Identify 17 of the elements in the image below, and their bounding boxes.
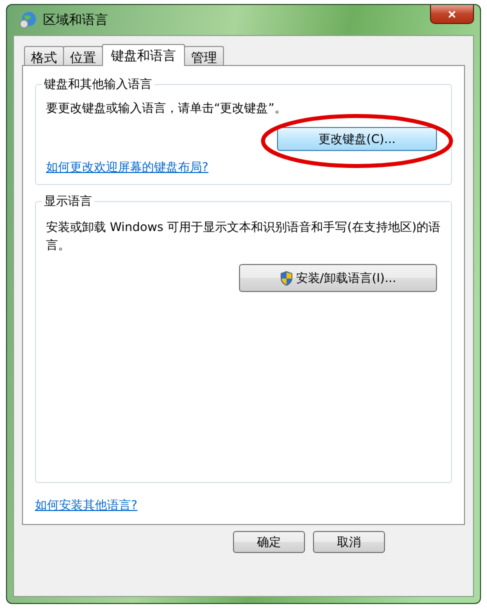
window-title: 区域和语言 xyxy=(43,12,109,29)
description-text: 安装或卸载 Windows 可用于显示文本和识别语音和手写(在支持地区)的语言。 xyxy=(46,219,441,254)
tab[interactable]: 格式 xyxy=(24,46,64,65)
tab[interactable]: 位置 xyxy=(63,46,103,65)
change-keyboard-button[interactable]: 更改键盘(C)... xyxy=(277,127,437,151)
keyboard-layout-link[interactable]: 如何更改欢迎屏幕的键盘布局? xyxy=(46,160,208,174)
install-language-button[interactable]: 安装/卸载语言(I)... xyxy=(239,264,437,292)
tab[interactable]: 管理 xyxy=(184,46,224,65)
close-button[interactable]: × xyxy=(430,5,474,24)
install-languages-link[interactable]: 如何安装其他语言? xyxy=(35,497,138,514)
dialog-button[interactable]: 确定 xyxy=(233,531,305,553)
instruction-text: 要更改键盘或输入语言，请单击“更改键盘”。 xyxy=(46,100,288,117)
globe-icon xyxy=(19,11,37,29)
group-title: 显示语言 xyxy=(43,193,93,210)
dialog-button[interactable]: 取消 xyxy=(313,531,385,553)
group-title: 键盘和其他输入语言 xyxy=(43,76,153,93)
tab[interactable]: 键盘和语言 xyxy=(102,44,185,66)
